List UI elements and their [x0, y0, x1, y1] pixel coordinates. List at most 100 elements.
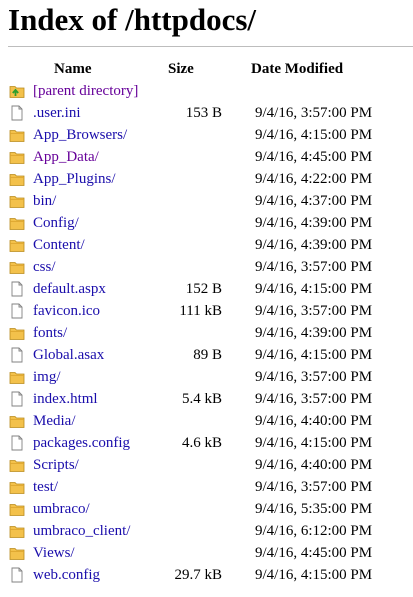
parent-folder-icon[interactable] — [9, 83, 25, 99]
date-modified: 9/4/16, 3:57:00 PM — [255, 105, 373, 121]
file-name-link[interactable]: css/ — [33, 256, 56, 278]
file-name-link[interactable]: default.aspx — [33, 278, 106, 300]
date-modified: 9/4/16, 5:35:00 PM — [255, 501, 373, 517]
table-row: test/9/4/16, 3:57:00 PM — [0, 476, 413, 498]
file-icon[interactable] — [9, 347, 25, 363]
folder-icon[interactable] — [9, 501, 25, 517]
file-name-link[interactable]: img/ — [33, 366, 61, 388]
folder-icon[interactable] — [9, 457, 25, 473]
folder-icon[interactable] — [9, 193, 25, 209]
folder-icon[interactable] — [9, 259, 25, 275]
date-modified: 9/4/16, 4:15:00 PM — [255, 567, 373, 583]
date-modified: 9/4/16, 3:57:00 PM — [255, 303, 373, 319]
folder-icon[interactable] — [9, 149, 25, 165]
file-name-link[interactable]: Global.asax — [33, 344, 104, 366]
folder-icon[interactable] — [9, 237, 25, 253]
date-modified: 9/4/16, 4:37:00 PM — [255, 193, 373, 209]
table-row: umbraco/9/4/16, 5:35:00 PM — [0, 498, 413, 520]
folder-icon[interactable] — [9, 215, 25, 231]
date-modified: 9/4/16, 4:15:00 PM — [255, 347, 373, 363]
date-modified: 9/4/16, 4:40:00 PM — [255, 413, 373, 429]
file-name-link[interactable]: umbraco_client/ — [33, 520, 130, 542]
file-size: 152 B — [185, 281, 222, 297]
file-name-link[interactable]: Views/ — [33, 542, 75, 564]
folder-icon[interactable] — [9, 369, 25, 385]
table-row: App_Data/9/4/16, 4:45:00 PM — [0, 146, 413, 168]
file-size: 29.7 kB — [174, 567, 222, 583]
date-modified: 9/4/16, 4:39:00 PM — [255, 237, 373, 253]
table-row: umbraco_client/9/4/16, 6:12:00 PM — [0, 520, 413, 542]
table-row: Config/9/4/16, 4:39:00 PM — [0, 212, 413, 234]
file-icon[interactable] — [9, 391, 25, 407]
table-row: fonts/9/4/16, 4:39:00 PM — [0, 322, 413, 344]
column-header-date-modified[interactable]: Date Modified — [251, 60, 343, 78]
table-row: css/9/4/16, 3:57:00 PM — [0, 256, 413, 278]
folder-icon[interactable] — [9, 545, 25, 561]
file-size: 153 B — [185, 105, 222, 121]
table-row: default.aspx 152 B 9/4/16, 4:15:00 PM — [0, 278, 413, 300]
file-name-link[interactable]: test/ — [33, 476, 58, 498]
column-header-size[interactable]: Size — [168, 60, 194, 78]
table-row: .user.ini 153 B 9/4/16, 3:57:00 PM — [0, 102, 413, 124]
table-row: web.config 29.7 kB 9/4/16, 4:15:00 PM — [0, 564, 413, 586]
folder-icon[interactable] — [9, 479, 25, 495]
file-name-link[interactable]: packages.config — [33, 432, 130, 454]
file-name-link[interactable]: bin/ — [33, 190, 56, 212]
file-icon[interactable] — [9, 281, 25, 297]
file-size: 111 kB — [179, 303, 222, 319]
date-modified: 9/4/16, 3:57:00 PM — [255, 259, 373, 275]
date-modified: 9/4/16, 6:12:00 PM — [255, 523, 373, 539]
page-title: Index of /httpdocs/ — [8, 2, 257, 37]
file-name-link[interactable]: App_Browsers/ — [33, 124, 127, 146]
parent-directory-link[interactable]: [parent directory] — [33, 80, 138, 102]
date-modified: 9/4/16, 4:15:00 PM — [255, 435, 373, 451]
file-icon[interactable] — [9, 105, 25, 121]
table-row: packages.config 4.6 kB 9/4/16, 4:15:00 PM — [0, 432, 413, 454]
file-name-link[interactable]: Scripts/ — [33, 454, 79, 476]
file-name-link[interactable]: .user.ini — [33, 102, 81, 124]
file-name-link[interactable]: index.html — [33, 388, 98, 410]
table-row: Media/9/4/16, 4:40:00 PM — [0, 410, 413, 432]
date-modified: 9/4/16, 3:57:00 PM — [255, 479, 373, 495]
folder-icon[interactable] — [9, 523, 25, 539]
table-row: Scripts/9/4/16, 4:40:00 PM — [0, 454, 413, 476]
folder-icon[interactable] — [9, 127, 25, 143]
file-name-link[interactable]: Config/ — [33, 212, 79, 234]
date-modified: 9/4/16, 4:40:00 PM — [255, 457, 373, 473]
table-row: bin/9/4/16, 4:37:00 PM — [0, 190, 413, 212]
header-divider — [8, 46, 413, 47]
file-name-link[interactable]: web.config — [33, 564, 100, 586]
column-header-name[interactable]: Name — [54, 60, 92, 78]
date-modified: 9/4/16, 4:39:00 PM — [255, 215, 373, 231]
date-modified: 9/4/16, 3:57:00 PM — [255, 369, 373, 385]
parent-directory-row: [parent directory] — [0, 80, 413, 102]
table-row: Content/9/4/16, 4:39:00 PM — [0, 234, 413, 256]
file-name-link[interactable]: App_Data/ — [33, 146, 99, 168]
date-modified: 9/4/16, 4:15:00 PM — [255, 281, 373, 297]
date-modified: 9/4/16, 3:57:00 PM — [255, 391, 373, 407]
folder-icon[interactable] — [9, 413, 25, 429]
date-modified: 9/4/16, 4:15:00 PM — [255, 127, 373, 143]
folder-icon[interactable] — [9, 171, 25, 187]
table-row: img/9/4/16, 3:57:00 PM — [0, 366, 413, 388]
file-name-link[interactable]: Content/ — [33, 234, 85, 256]
file-name-link[interactable]: App_Plugins/ — [33, 168, 116, 190]
file-name-link[interactable]: favicon.ico — [33, 300, 100, 322]
file-size: 4.6 kB — [181, 435, 222, 451]
file-size: 89 B — [193, 347, 222, 363]
file-icon[interactable] — [9, 567, 25, 583]
file-name-link[interactable]: Media/ — [33, 410, 76, 432]
table-row: Global.asax 89 B 9/4/16, 4:15:00 PM — [0, 344, 413, 366]
file-name-link[interactable]: umbraco/ — [33, 498, 90, 520]
file-icon[interactable] — [9, 303, 25, 319]
date-modified: 9/4/16, 4:45:00 PM — [255, 149, 373, 165]
table-row: index.html 5.4 kB 9/4/16, 3:57:00 PM — [0, 388, 413, 410]
date-modified: 9/4/16, 4:39:00 PM — [255, 325, 373, 341]
folder-icon[interactable] — [9, 325, 25, 341]
date-modified: 9/4/16, 4:45:00 PM — [255, 545, 373, 561]
file-size: 5.4 kB — [181, 391, 222, 407]
date-modified: 9/4/16, 4:22:00 PM — [255, 171, 373, 187]
file-name-link[interactable]: fonts/ — [33, 322, 67, 344]
table-row: favicon.ico 111 kB 9/4/16, 3:57:00 PM — [0, 300, 413, 322]
file-icon[interactable] — [9, 435, 25, 451]
